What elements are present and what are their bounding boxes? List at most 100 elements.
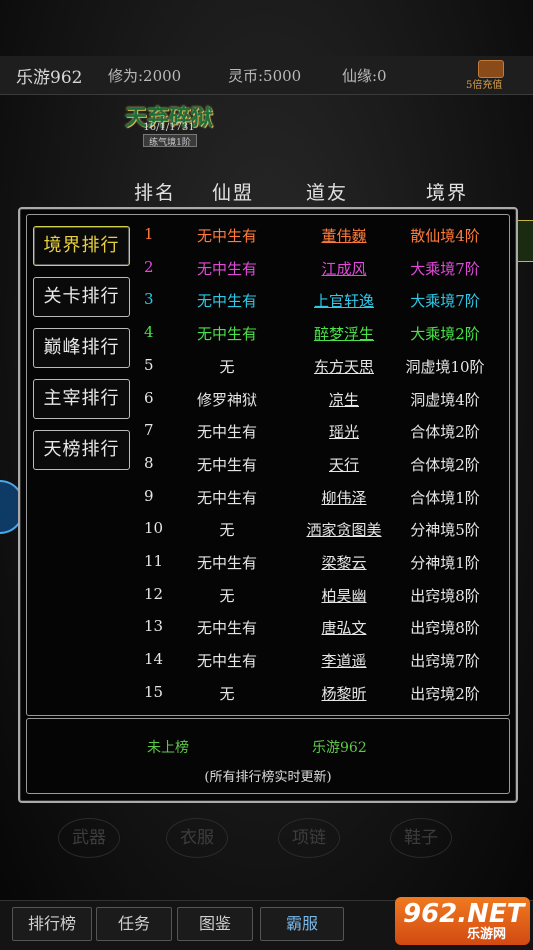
badge-rank: 练气境1阶: [143, 134, 197, 148]
header-realm: 境界: [426, 182, 469, 204]
friend-link[interactable]: 李道遥: [296, 650, 392, 671]
rank-cell: 10: [144, 519, 164, 538]
tab-ruler-ranking[interactable]: 主宰排行: [33, 379, 130, 419]
realm-cell: 合体境2阶: [410, 423, 480, 442]
realm-cell: 大乘境2阶: [410, 325, 480, 344]
friend-link[interactable]: 柳伟泽: [296, 487, 392, 508]
realm-cell: 出窍境8阶: [410, 619, 480, 638]
realm-cell: 大乘境7阶: [410, 292, 480, 311]
table-row: 12 无 柏昊幽 出窍境8阶: [130, 579, 510, 609]
guild-cell: 无中生有: [196, 325, 257, 344]
update-note: (所有排行榜实时更新): [204, 770, 332, 785]
table-row: 5 无 东方天思 洞虚境10阶: [130, 350, 510, 380]
guild-cell: 无中生有: [196, 423, 257, 442]
rank-cell: 2: [144, 257, 154, 276]
nav-leaderboard[interactable]: 排行榜: [12, 907, 92, 941]
guild-cell: 无: [219, 357, 235, 376]
title-badge: 天弃碎狱 16/1/1731 练气境1阶: [113, 100, 225, 148]
player-name: 乐游962: [16, 68, 83, 88]
tab-peak-ranking[interactable]: 巅峰排行: [33, 328, 130, 368]
friend-link[interactable]: 天行: [296, 454, 392, 475]
table-row: 6 修罗神狱 凉生 洞虚境4阶: [130, 383, 510, 413]
friend-link[interactable]: 杨黎昕: [296, 683, 392, 704]
rank-cell: 9: [144, 486, 154, 505]
realm-cell: 大乘境7阶: [410, 259, 480, 278]
realm-cell: 出窍境2阶: [410, 684, 480, 703]
cultivation-stat: 修为:2000: [108, 67, 182, 85]
table-row: 9 无中生有 柳伟泽 合体境1阶: [130, 481, 510, 511]
tab-stage-ranking[interactable]: 关卡排行: [33, 277, 130, 317]
friend-link[interactable]: 瑶光: [296, 421, 392, 442]
realm-cell: 洞虚境4阶: [410, 390, 480, 409]
table-row: 10 无 洒家贪图美 分神境5阶: [130, 513, 510, 543]
tab-heaven-ranking[interactable]: 天榜排行: [33, 430, 130, 470]
guild-cell: 无: [219, 586, 235, 605]
table-row: 7 无中生有 瑶光 合体境2阶: [130, 415, 510, 445]
equip-shoes-slot[interactable]: 鞋子: [390, 818, 452, 858]
nav-tasks[interactable]: 任务: [96, 907, 172, 941]
equip-clothes-slot[interactable]: 衣服: [166, 818, 228, 858]
friend-link[interactable]: 洒家贪图美: [296, 519, 392, 540]
watermark-brand: 962.NET: [403, 899, 525, 929]
table-row: 13 无中生有 唐弘文 出窍境8阶: [130, 611, 510, 641]
realm-cell: 合体境2阶: [410, 455, 480, 474]
header-friend: 道友: [306, 182, 349, 204]
friend-link[interactable]: 唐弘文: [296, 617, 392, 638]
table-row: 3 无中生有 上官轩逸 大乘境7阶: [130, 284, 510, 314]
friend-link[interactable]: 醉梦浮生: [296, 323, 392, 344]
site-watermark-logo: 962.NET 乐游网: [395, 897, 530, 945]
equip-weapon-slot[interactable]: 武器: [58, 818, 120, 858]
guild-cell: 无: [219, 684, 235, 703]
table-row: 11 无中生有 梁黎云 分神境1阶: [130, 546, 510, 576]
rank-cell: 15: [144, 682, 164, 701]
player-rank-name: 乐游962: [312, 740, 367, 756]
watermark-name: 乐游网: [467, 927, 507, 942]
guild-cell: 无中生有: [196, 259, 257, 278]
rank-cell: 8: [144, 453, 154, 472]
realm-cell: 洞虚境10阶: [405, 357, 485, 376]
equip-necklace-slot[interactable]: 项链: [278, 818, 340, 858]
guild-cell: 修罗神狱: [196, 390, 257, 409]
table-row: 2 无中生有 江成风 大乘境7阶: [130, 252, 510, 282]
rank-cell: 11: [144, 552, 164, 570]
table-row: 4 无中生有 醉梦浮生 大乘境2阶: [130, 317, 510, 347]
friend-link[interactable]: 东方天思: [296, 356, 392, 377]
tab-realm-ranking[interactable]: 境界排行: [33, 226, 130, 266]
friend-link[interactable]: 董伟巍: [296, 225, 392, 246]
friend-link[interactable]: 凉生: [296, 389, 392, 410]
player-rank-footer: 未上榜 乐游962 (所有排行榜实时更新): [26, 718, 510, 794]
realm-cell: 出窍境8阶: [410, 586, 480, 605]
friend-link[interactable]: 梁黎云: [296, 552, 392, 573]
guild-cell: 无: [219, 521, 235, 540]
realm-cell: 散仙境4阶: [410, 227, 480, 245]
table-row: 15 无 杨黎昕 出窍境2阶: [130, 677, 510, 707]
realm-cell: 合体境1阶: [410, 488, 480, 507]
realm-cell: 分神境1阶: [410, 554, 480, 572]
realm-cell: 分神境5阶: [410, 521, 480, 540]
rank-cell: 14: [144, 650, 164, 669]
rank-cell: 13: [144, 617, 164, 636]
friend-link[interactable]: 柏昊幽: [296, 585, 392, 606]
guild-cell: 无中生有: [196, 455, 257, 474]
player-rank-status: 未上榜: [147, 740, 189, 756]
rank-cell: 3: [144, 290, 154, 309]
header-rank: 排名: [134, 182, 177, 204]
table-row: 8 无中生有 天行 合体境2阶: [130, 448, 510, 478]
rank-cell: 1: [144, 225, 154, 243]
rank-cell: 5: [144, 355, 154, 374]
friend-link[interactable]: 江成风: [296, 258, 392, 279]
friend-link[interactable]: 上官轩逸: [296, 290, 392, 311]
rank-cell: 4: [144, 323, 154, 342]
guild-cell: 无中生有: [196, 292, 257, 311]
guild-cell: 无中生有: [196, 227, 257, 245]
status-bar: 乐游962 修为:2000 灵币:5000 仙缘:0 5倍充值: [0, 56, 533, 95]
table-row: 1 无中生有 董伟巍 散仙境4阶: [130, 219, 510, 249]
rank-cell: 7: [144, 421, 154, 440]
fate-stat: 仙缘:0: [342, 67, 387, 85]
recharge-button[interactable]: 5倍充值: [466, 76, 502, 91]
rank-cell: 12: [144, 584, 164, 603]
nav-codex[interactable]: 图鉴: [177, 907, 253, 941]
header-guild: 仙盟: [212, 182, 255, 204]
nav-dominate[interactable]: 霸服: [260, 907, 344, 941]
guild-cell: 无中生有: [196, 652, 257, 671]
